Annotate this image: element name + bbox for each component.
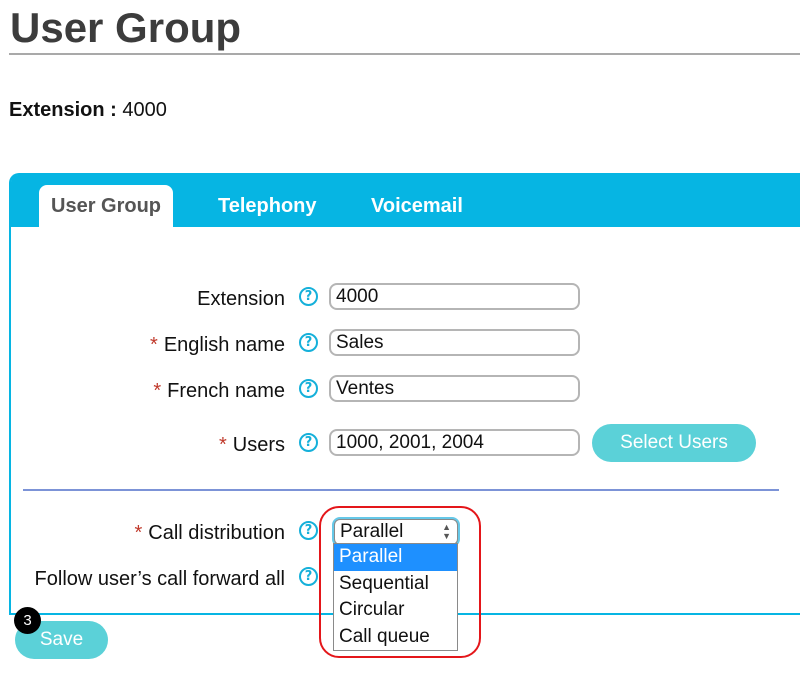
section-divider (23, 489, 779, 491)
extension-field[interactable] (329, 283, 580, 310)
users-label: * Users (218, 434, 285, 456)
help-icon[interactable]: ? (299, 379, 318, 398)
english-name-field[interactable] (329, 329, 580, 356)
users-field[interactable] (329, 429, 580, 456)
call-distribution-select[interactable]: Parallel ▲ ▼ (334, 519, 458, 545)
call-distribution-selected: Parallel (340, 521, 404, 542)
extension-summary-label: Extension : (9, 99, 117, 121)
extension-label: Extension (197, 288, 285, 310)
extension-summary: Extension : 4000 (9, 99, 167, 122)
help-icon[interactable]: ? (299, 521, 318, 540)
french-name-label: * French name (153, 380, 285, 402)
dropdown-option-parallel[interactable]: Parallel (334, 544, 457, 571)
tab-bar: User Group Telephony Voicemail (11, 175, 800, 227)
dropdown-option-sequential[interactable]: Sequential (334, 571, 457, 598)
select-users-button[interactable]: Select Users (592, 424, 756, 462)
extension-summary-value: 4000 (122, 99, 167, 121)
help-icon[interactable]: ? (299, 287, 318, 306)
dropdown-option-call-queue[interactable]: Call queue (334, 624, 457, 651)
call-distribution-dropdown: Parallel Sequential Circular Call queue (333, 543, 458, 651)
step-badge: 3 (14, 607, 41, 634)
french-name-field[interactable] (329, 375, 580, 402)
tab-user-group[interactable]: User Group (39, 185, 174, 227)
dropdown-option-circular[interactable]: Circular (334, 597, 457, 624)
title-divider (9, 53, 800, 55)
call-distribution-label: * Call distribution (134, 522, 285, 544)
tab-voicemail[interactable]: Voicemail (359, 185, 475, 227)
page-title: User Group (10, 4, 242, 51)
help-icon[interactable]: ? (299, 567, 318, 586)
help-icon[interactable]: ? (299, 433, 318, 452)
help-icon[interactable]: ? (299, 333, 318, 352)
follow-forward-label: Follow user’s call forward all (34, 568, 285, 590)
english-name-label: * English name (150, 334, 285, 356)
tab-telephony[interactable]: Telephony (206, 185, 329, 227)
select-arrows-icon: ▲ ▼ (442, 522, 451, 541)
